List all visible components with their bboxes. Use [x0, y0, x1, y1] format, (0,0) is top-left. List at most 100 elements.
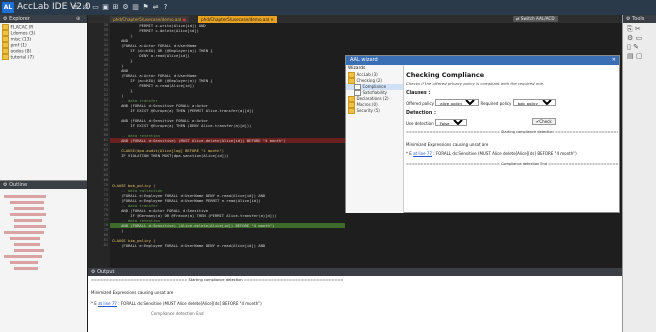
outline-tree: [0, 189, 87, 276]
tab-label: phd/Chapter5/usecase/demo.aal: [113, 17, 182, 22]
outline-header: ⚙ Outline: [0, 181, 87, 189]
explorer-panel: ⚙ Explorer ⊕ FLACAC IR Ldomos (3) misc (13…: [0, 15, 87, 180]
wizard-tree: AccLab (3) Checking (2) Compliance Satisfia…: [346, 72, 403, 114]
chart-icon[interactable]: ▥: [132, 3, 139, 11]
undo-icon[interactable]: ↺: [82, 3, 89, 11]
outline-item[interactable]: [14, 219, 42, 222]
folder-icon: [348, 108, 355, 114]
result-end-banner: ================================ Complia…: [406, 162, 618, 166]
edit-icon[interactable]: ✎: [633, 43, 639, 51]
title-bar: AL AccLab IDE V2.0 ≡ ↺ ▭ ▣ ⊞ ⚙ ▥ ⚑ ⇌ ?: [0, 0, 656, 15]
result-line-link[interactable]: at line 77: [413, 151, 432, 156]
output-start-banner: ================================ Startin…: [91, 278, 344, 282]
box-icon[interactable]: ▢: [636, 52, 643, 60]
outline-item[interactable]: [14, 249, 44, 252]
result-text: : FORALL ds:Sensitive (MUST Alice delete…: [433, 151, 577, 156]
tab-demo-2[interactable]: phd/Chapter5/usecase/demo.aal ✕: [198, 16, 277, 23]
flag-icon[interactable]: ⚑: [142, 3, 149, 11]
switch-label: Switch AAL/ACD: [520, 16, 555, 21]
explorer-item-label: tutorial (7): [10, 55, 34, 61]
use-detection-label: Use detection: [406, 121, 434, 126]
wizard-tree-item[interactable]: Security (5): [346, 108, 403, 114]
aal-wizard-dialog: AAL wizard ✕ Wizards AccLab (3) Checking …: [345, 55, 620, 213]
outline-item[interactable]: [14, 207, 44, 210]
code-line: (FORALL e:Employee FORALL d:UserName DEN…: [112, 243, 266, 248]
minimized-label: Minimized Expressions causing unsat are: [406, 142, 489, 147]
outline-item[interactable]: [10, 201, 44, 204]
folder-icon: [348, 78, 355, 84]
wizards-label: Wizards: [348, 66, 366, 71]
output-result-line: * E at line 77 : FORALL ds:Sensitive (MU…: [91, 301, 619, 306]
share-icon[interactable]: ⇌: [152, 3, 159, 11]
file-icon[interactable]: ▯: [627, 43, 631, 51]
folder-icon: [2, 48, 9, 54]
result-start-banner: ================================ Startin…: [406, 130, 618, 134]
output-result-prefix: * E: [91, 301, 97, 306]
output-line-link[interactable]: at line 77: [98, 301, 117, 306]
use-detection-select[interactable]: False: [434, 119, 467, 126]
document-icon[interactable]: ▤: [627, 52, 634, 60]
terminal-icon[interactable]: ▭: [636, 34, 643, 42]
settings-icon[interactable]: ⚙: [627, 34, 633, 42]
settings-icon[interactable]: ⚙: [122, 3, 129, 11]
close-icon[interactable]: ●: [182, 17, 186, 22]
tab-label: phd/Chapter5/usecase/demo.aal: [201, 17, 270, 22]
file-icon: [354, 90, 361, 96]
output-minimized: Minimized Expressions causing unsat are: [91, 290, 174, 295]
result-prefix: * E: [406, 151, 412, 156]
output-console[interactable]: ================================ Startin…: [88, 276, 622, 332]
explorer-tree: FLACAC IR Ldomos (3) misc (13) pmf (1) oodos…: [0, 23, 87, 61]
outline-item[interactable]: [10, 261, 38, 264]
code-editor[interactable]: PERMIT x.write(Alice[id]) AND PERMIT c.d…: [110, 23, 345, 268]
required-policy-label: Required policy: [480, 101, 512, 106]
copy-icon[interactable]: ⎘: [627, 25, 633, 33]
wizard-tree-label: Macros (0): [356, 102, 378, 107]
close-icon[interactable]: ✕: [612, 56, 616, 65]
folder-icon: [348, 72, 355, 78]
switch-aal-acd-button[interactable]: ⇄ Switch AAL/ACD: [513, 16, 558, 22]
outline-item[interactable]: [14, 225, 46, 228]
tools-panel: ⚙ Tools ⎘ ✂ ⚙ ▭ ▯ ✎ ▤ ▢: [622, 15, 656, 332]
dialog-heading: Checking Compliance: [406, 71, 485, 79]
outline-item[interactable]: [10, 213, 46, 216]
required-policy-select[interactable]: bob_policy: [512, 99, 556, 106]
check-button[interactable]: ✔Check: [532, 118, 556, 125]
outline-item[interactable]: [4, 255, 42, 258]
close-icon[interactable]: ✕: [270, 17, 274, 22]
export-icon[interactable]: ⊞: [112, 3, 119, 11]
line-number-gutter: 38 39 40 41 42 43 44 45 46 47 48 49 50 51 52 53 54 55 56 57…: [88, 23, 110, 268]
wizard-tree-panel: Wizards AccLab (3) Checking (2) Compliance…: [346, 65, 404, 213]
line-number: 82: [103, 243, 108, 247]
cut-icon[interactable]: ✂: [635, 25, 641, 33]
clauses-label: Clauses :: [406, 91, 431, 96]
outline-item[interactable]: [10, 237, 40, 240]
save-icon[interactable]: ▭: [92, 3, 99, 11]
folder-icon: [2, 24, 9, 30]
outline-item[interactable]: [14, 243, 40, 246]
tab-demo-1[interactable]: phd/Chapter5/usecase/demo.aal ●: [110, 16, 190, 23]
add-icon[interactable]: ⊕: [76, 15, 80, 23]
folder-icon: [2, 30, 9, 36]
explorer-header: ⚙ Explorer ⊕: [0, 15, 87, 23]
offered-policy-label: Offered policy: [406, 101, 434, 106]
image-icon[interactable]: ▣: [102, 3, 109, 11]
output-header: ⚙ Output: [88, 268, 622, 276]
tools-header: ⚙ Tools: [623, 15, 656, 23]
wizard-tree-label: Satisfiability: [362, 90, 388, 95]
outline-item[interactable]: [4, 195, 46, 198]
help-icon[interactable]: ?: [162, 3, 169, 11]
app-logo: AL: [2, 2, 14, 13]
menu-icon[interactable]: ≡: [72, 3, 79, 11]
dialog-title: AAL wizard: [350, 57, 378, 63]
wizard-tree-label: AccLab (3): [356, 72, 378, 77]
outline-item[interactable]: [4, 231, 44, 234]
folder-icon: [348, 96, 355, 102]
offered-policy-select[interactable]: alice_policy: [435, 99, 480, 106]
compliance-form: Checking Compliance Checks if the offere…: [406, 65, 618, 213]
outline-item[interactable]: [14, 267, 38, 270]
outline-title: Outline: [9, 182, 28, 188]
explorer-title: Explorer: [9, 16, 30, 22]
dialog-subtitle: Checks if the offered privacy policy is …: [406, 81, 545, 86]
explorer-item[interactable]: tutorial (7): [2, 54, 85, 60]
folder-icon: [348, 102, 355, 108]
